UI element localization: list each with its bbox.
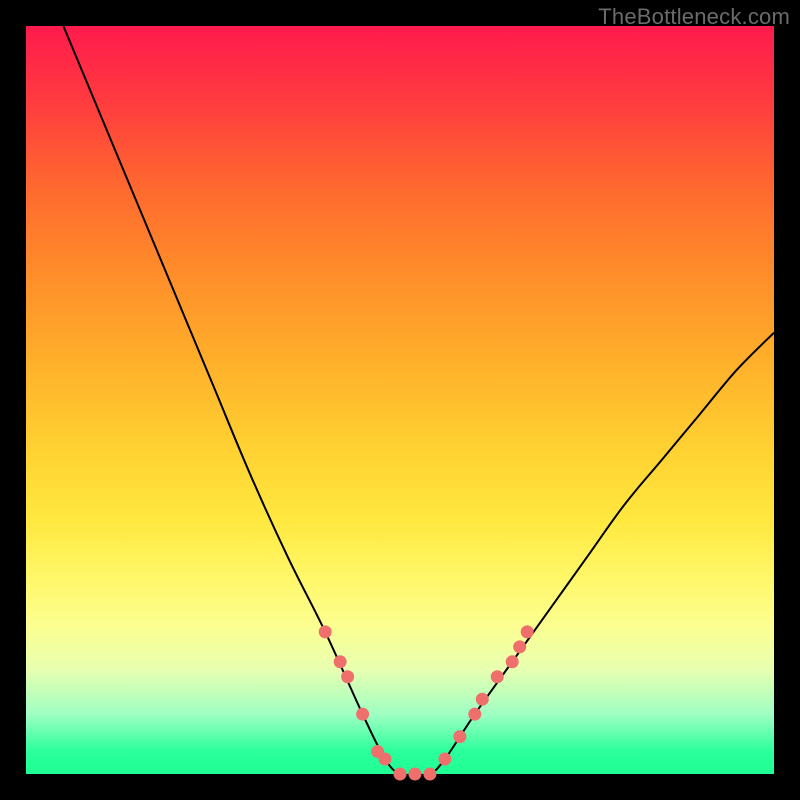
highlight-dot (394, 768, 407, 781)
highlight-dot (319, 625, 332, 638)
highlight-dot (438, 753, 451, 766)
highlight-dot (423, 768, 436, 781)
plot-area (26, 26, 774, 774)
bottleneck-curve (63, 26, 774, 775)
highlight-dot (468, 708, 481, 721)
highlight-dot (341, 670, 354, 683)
highlight-dot (521, 625, 534, 638)
highlight-dot (453, 730, 466, 743)
curve-layer (63, 26, 774, 775)
chart-svg (26, 26, 774, 774)
highlight-dot (356, 708, 369, 721)
highlight-dot (476, 693, 489, 706)
highlight-dot (334, 655, 347, 668)
highlight-dot (491, 670, 504, 683)
watermark-text: TheBottleneck.com (598, 4, 790, 30)
highlight-dot (513, 640, 526, 653)
highlight-dot (506, 655, 519, 668)
highlight-dot (379, 753, 392, 766)
marker-layer (319, 625, 534, 780)
highlight-dot (408, 768, 421, 781)
